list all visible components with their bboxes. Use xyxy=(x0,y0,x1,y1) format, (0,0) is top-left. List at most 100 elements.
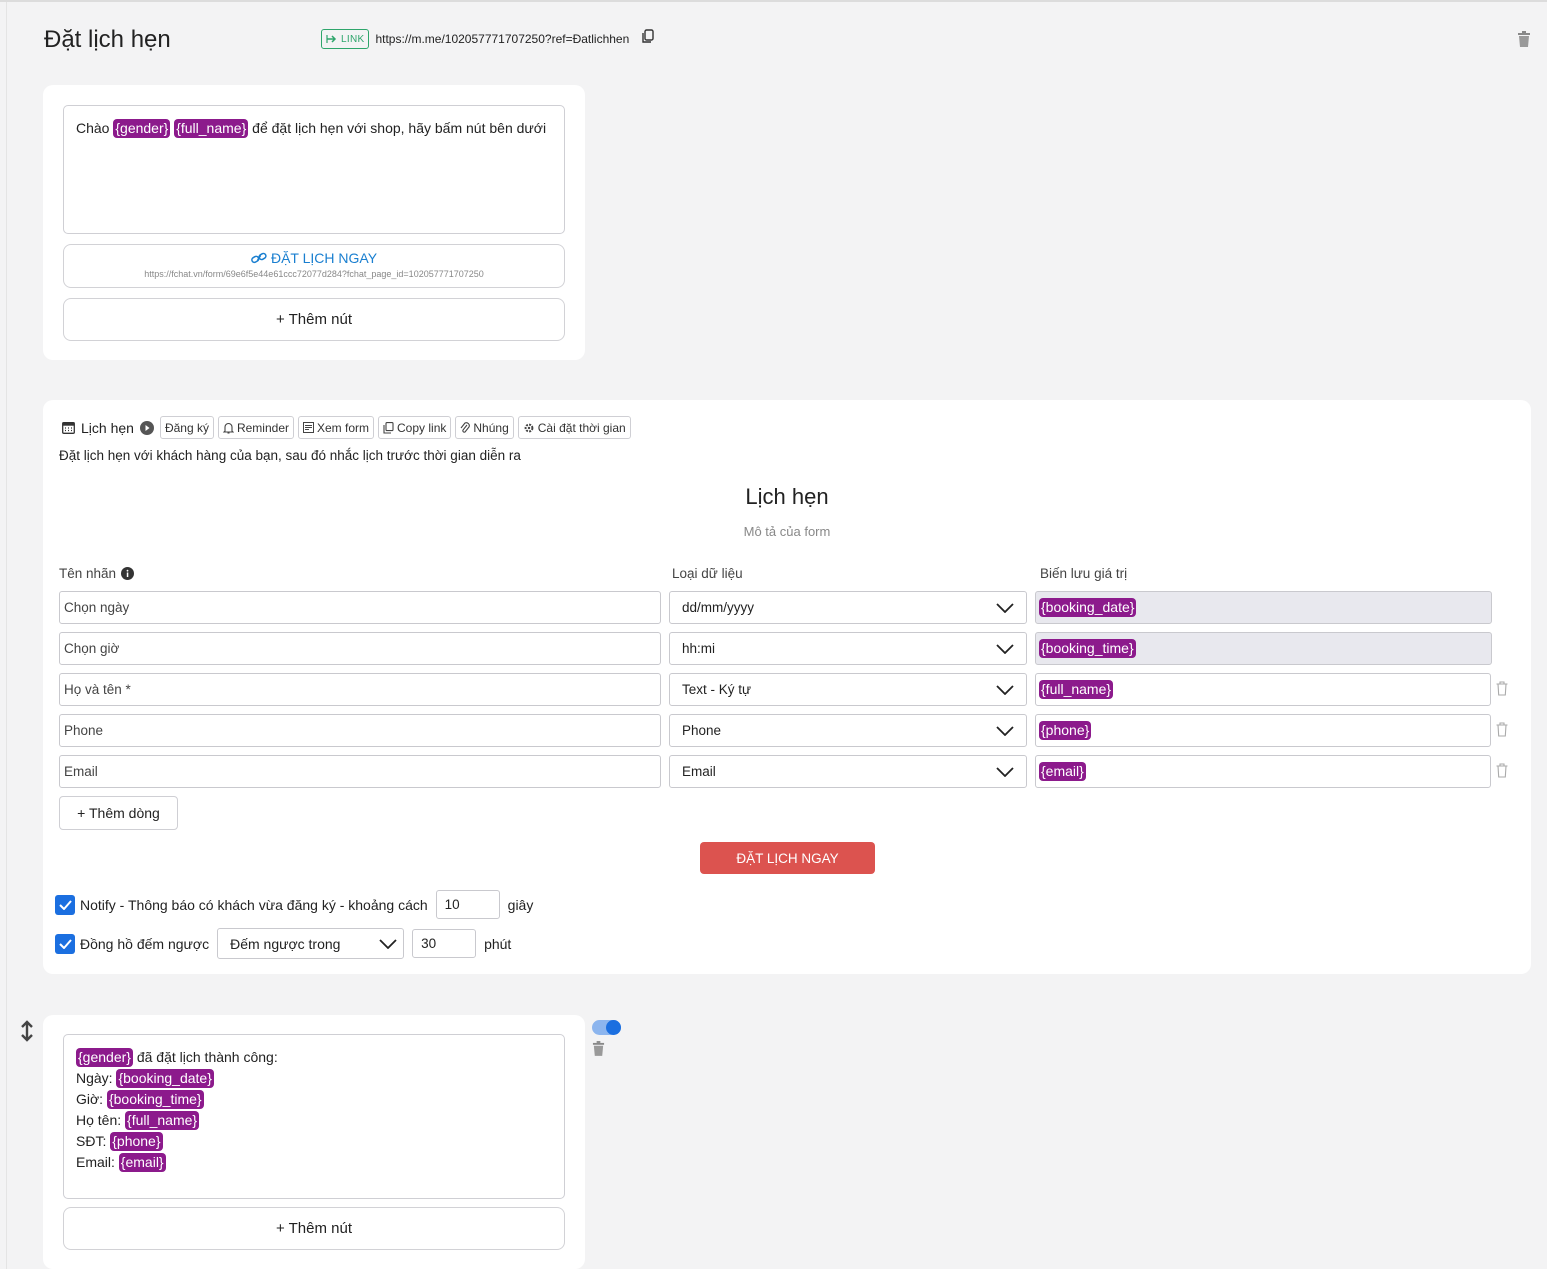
link-url[interactable]: https://m.me/102057771707250?ref=Đatlich… xyxy=(375,32,629,46)
variable-field[interactable]: {email} xyxy=(1035,755,1491,788)
booking-toolbar: Lịch hẹn Đăng ký Reminder Xem form Copy … xyxy=(62,416,631,439)
form-title[interactable]: Lịch hẹn xyxy=(43,484,1531,510)
bell-icon xyxy=(222,422,234,434)
variable-field: {booking_date} xyxy=(1035,591,1492,624)
column-header-type: Loại dữ liệu xyxy=(672,566,743,581)
chevron-down-icon xyxy=(996,643,1014,654)
enable-toggle[interactable] xyxy=(592,1020,621,1035)
book-now-link-label: ĐẶT LỊCH NGAY xyxy=(64,250,564,266)
confirmation-line: {gender} đã đặt lịch thành công: xyxy=(76,1048,278,1067)
booking-description: Đặt lịch hẹn với khách hàng của bạn, sau… xyxy=(59,448,521,463)
variable-field[interactable]: {full_name} xyxy=(1035,673,1491,706)
confirmation-line: SĐT: {phone} xyxy=(76,1132,163,1151)
book-now-link-button[interactable]: ĐẶT LỊCH NGAY https://fchat.vn/form/69e6… xyxy=(63,244,565,288)
variable-field[interactable]: {phone} xyxy=(1035,714,1491,747)
time-settings-button[interactable]: Cài đặt thời gian xyxy=(517,416,631,439)
type-select-value: Text - Ký tự xyxy=(682,682,752,697)
form-row: Phone Phone {phone} xyxy=(43,714,1531,747)
label-input[interactable]: Họ và tên * xyxy=(59,673,661,706)
link-icon xyxy=(251,252,267,264)
check-icon xyxy=(58,899,72,910)
confirmation-message-box[interactable]: {gender} đã đặt lịch thành công: Ngày: {… xyxy=(63,1034,565,1199)
delete-row-icon[interactable] xyxy=(1496,763,1508,783)
embed-button[interactable]: Nhúng xyxy=(455,416,514,439)
full-name-tag: {full_name} xyxy=(174,119,249,138)
embed-label: Nhúng xyxy=(473,420,509,435)
paperclip-icon xyxy=(460,421,471,433)
type-select-value: dd/mm/yyyy xyxy=(682,600,755,615)
notify-unit: giây xyxy=(507,896,534,913)
chevron-down-icon xyxy=(379,938,397,949)
variable-tag: {booking_date} xyxy=(1039,598,1137,617)
notify-option: Notify - Thông báo có khách vừa đăng ký … xyxy=(55,890,533,919)
booking-title-group: Lịch hẹn xyxy=(62,420,154,436)
delete-block-icon[interactable] xyxy=(1517,31,1531,52)
type-select[interactable]: Email xyxy=(669,755,1027,788)
type-select-value: Email xyxy=(682,764,716,779)
label-input[interactable]: Email xyxy=(59,755,661,788)
column-header-variable: Biến lưu giá trị xyxy=(1040,566,1128,581)
email-tag: {email} xyxy=(118,1153,166,1172)
welcome-message-box[interactable]: Chào {gender} {full_name} để đặt lịch hẹ… xyxy=(63,105,565,234)
copy-icon xyxy=(383,421,394,434)
book-now-url: https://fchat.vn/form/69e6f5e44e61ccc720… xyxy=(144,269,484,279)
countdown-mode-select[interactable]: Đếm ngược trong xyxy=(217,928,405,959)
add-button[interactable]: + Thêm nút xyxy=(63,1207,565,1250)
drag-handle-icon[interactable] xyxy=(20,1020,34,1047)
confirmation-line: Giờ: {booking_time} xyxy=(76,1090,204,1109)
notify-interval-input[interactable]: 10 xyxy=(435,890,500,919)
column-header-label-text: Tên nhãn xyxy=(59,566,117,581)
form-row: Email Email {email} xyxy=(43,755,1531,788)
copy-link-button[interactable]: Copy link xyxy=(378,416,452,439)
type-select[interactable]: Phone xyxy=(669,714,1027,747)
book-now-submit-button[interactable]: ĐẶT LỊCH NGAY xyxy=(700,842,875,874)
play-circle-icon[interactable] xyxy=(139,420,154,435)
label-input[interactable]: Chọn ngày xyxy=(59,591,661,624)
countdown-minutes-input[interactable]: 30 xyxy=(412,929,477,958)
register-button[interactable]: Đăng ký xyxy=(159,416,214,439)
countdown-checkbox[interactable] xyxy=(55,933,75,954)
type-select-value: hh:mi xyxy=(682,641,716,656)
copy-icon[interactable] xyxy=(641,29,655,49)
link-badge-label: LINK xyxy=(341,33,365,45)
notify-checkbox[interactable] xyxy=(55,894,75,915)
countdown-option: Đồng hồ đếm ngược Đếm ngược trong 30 phú… xyxy=(55,928,511,959)
form-row: Chọn ngày dd/mm/yyyy {booking_date} xyxy=(43,591,1531,624)
chevron-down-icon xyxy=(996,684,1014,695)
variable-tag: {booking_time} xyxy=(1039,639,1136,658)
label-input[interactable]: Phone xyxy=(59,714,661,747)
gear-icon xyxy=(524,423,534,432)
reminder-label: Reminder xyxy=(236,420,289,435)
welcome-text-suffix: để đặt lịch hẹn với shop, hãy bấm nút bê… xyxy=(248,120,547,136)
welcome-card: Chào {gender} {full_name} để đặt lịch hẹ… xyxy=(43,85,585,360)
reminder-button[interactable]: Reminder xyxy=(217,416,294,439)
book-now-label: ĐẶT LỊCH NGAY xyxy=(270,250,378,266)
info-icon[interactable] xyxy=(121,567,135,580)
confirmation-line: Email: {email} xyxy=(76,1153,166,1172)
copy-link-label: Copy link xyxy=(397,420,447,435)
booking-date-tag: {booking_date} xyxy=(116,1069,214,1088)
form-row: Chọn giờ hh:mi {booking_time} xyxy=(43,632,1531,665)
view-form-label: Xem form xyxy=(317,420,370,435)
full-name-tag: {full_name} xyxy=(125,1111,200,1130)
link-badge: LINK xyxy=(321,29,370,49)
add-row-button[interactable]: + Thêm dòng xyxy=(59,796,178,830)
link-arrow-icon xyxy=(326,35,337,43)
delete-row-icon[interactable] xyxy=(1496,681,1508,701)
confirmation-card: {gender} đã đặt lịch thành công: Ngày: {… xyxy=(43,1015,585,1269)
label-input[interactable]: Chọn giờ xyxy=(59,632,661,665)
type-select[interactable]: dd/mm/yyyy xyxy=(669,591,1027,624)
form-description[interactable]: Mô tả của form xyxy=(43,524,1531,539)
add-button[interactable]: + Thêm nút xyxy=(63,298,565,341)
page-title: Đặt lịch hẹn xyxy=(44,26,171,53)
countdown-label: Đồng hồ đếm ngược xyxy=(80,935,210,952)
delete-message-icon[interactable] xyxy=(592,1041,605,1061)
left-divider xyxy=(6,2,7,1269)
type-select[interactable]: Text - Ký tự xyxy=(669,673,1027,706)
variable-tag: {full_name} xyxy=(1039,680,1114,699)
messenger-link: LINK https://m.me/102057771707250?ref=Đa… xyxy=(321,29,655,49)
view-form-button[interactable]: Xem form xyxy=(298,416,375,439)
gender-tag: {gender} xyxy=(76,1048,133,1067)
type-select[interactable]: hh:mi xyxy=(669,632,1027,665)
delete-row-icon[interactable] xyxy=(1496,722,1508,742)
